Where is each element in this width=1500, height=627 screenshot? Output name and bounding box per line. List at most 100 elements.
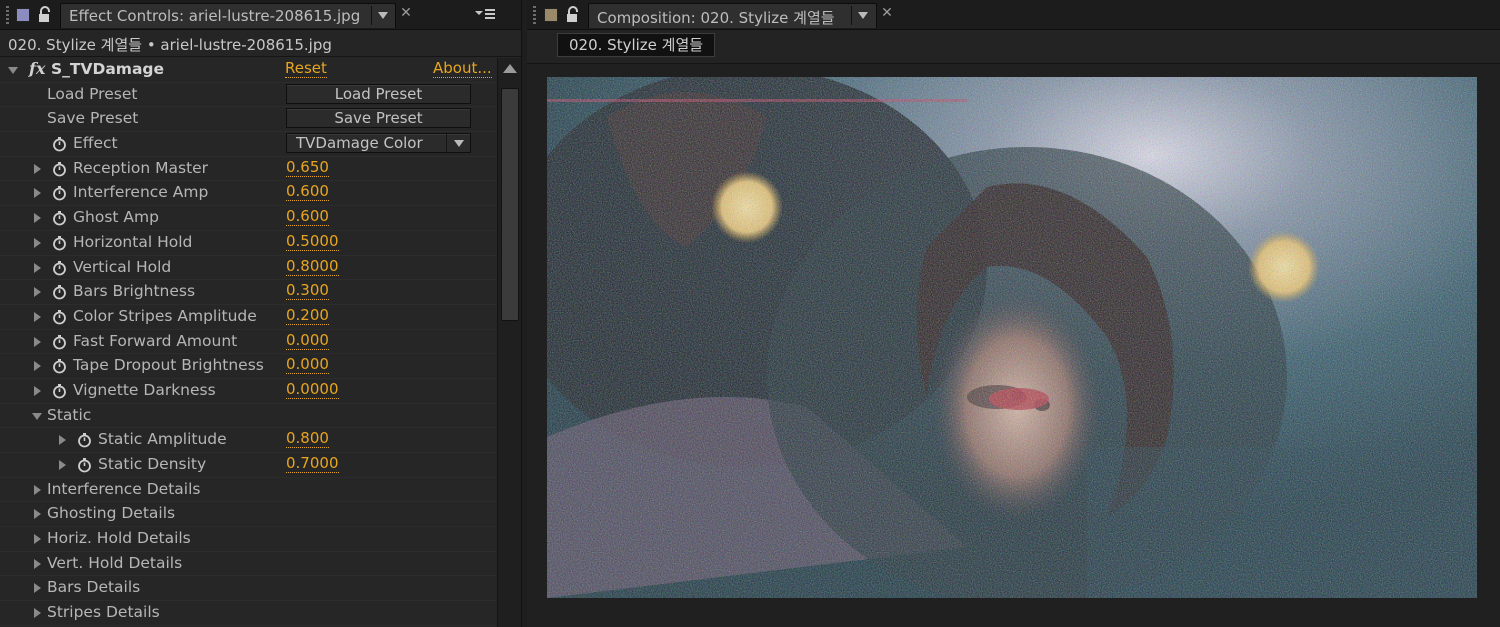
stopwatch-icon[interactable]: [77, 432, 92, 448]
detail-group-label: Interference Details: [47, 479, 201, 498]
dropdown-arrow[interactable]: [446, 134, 470, 153]
detail-group-row[interactable]: Vert. Hold Details: [0, 552, 497, 577]
composition-frame[interactable]: [547, 77, 1477, 598]
twirl-closed-icon[interactable]: [34, 509, 41, 520]
panel-grip-icon[interactable]: [6, 6, 9, 24]
reset-link[interactable]: Reset: [285, 60, 327, 78]
scroll-thumb[interactable]: [501, 88, 519, 321]
param-row[interactable]: Ghost Amp 0.600: [0, 206, 497, 231]
composition-chip[interactable]: 020. Stylize 계열들: [557, 33, 716, 57]
twirl-closed-icon[interactable]: [34, 336, 41, 347]
close-icon[interactable]: ✕: [399, 5, 413, 21]
tab-effect-controls[interactable]: Effect Controls: ariel-lustre-208615.jpg: [60, 3, 396, 28]
param-row[interactable]: Vignette Darkness 0.0000: [0, 379, 497, 404]
param-value[interactable]: 0.000: [286, 331, 329, 350]
param-value[interactable]: 0.800: [286, 430, 329, 449]
stopwatch-icon[interactable]: [52, 358, 67, 374]
chevron-down-icon: [378, 12, 388, 19]
param-row[interactable]: Vertical Hold 0.8000: [0, 256, 497, 281]
twirl-closed-icon[interactable]: [34, 213, 41, 224]
stopwatch-icon[interactable]: [52, 309, 67, 325]
twirl-closed-icon[interactable]: [34, 287, 41, 298]
stopwatch-icon[interactable]: [52, 383, 67, 399]
param-value[interactable]: 0.300: [286, 282, 329, 301]
param-row[interactable]: Horizontal Hold 0.5000: [0, 231, 497, 256]
param-value[interactable]: 0.200: [286, 306, 329, 325]
composition-navigator: 020. Stylize 계열들: [527, 30, 1500, 64]
param-value[interactable]: 0.000: [286, 356, 329, 375]
param-row[interactable]: Fast Forward Amount 0.000: [0, 330, 497, 355]
stopwatch-icon[interactable]: [52, 235, 67, 251]
close-icon[interactable]: ✕: [880, 5, 894, 21]
scroll-up-arrow-icon[interactable]: [503, 64, 517, 73]
panel-menu-icon[interactable]: [473, 5, 497, 23]
about-link[interactable]: About...: [433, 60, 492, 78]
twirl-closed-icon[interactable]: [34, 188, 41, 199]
twirl-closed-icon[interactable]: [34, 558, 41, 569]
stopwatch-icon[interactable]: [52, 161, 67, 177]
twirl-closed-icon[interactable]: [34, 237, 41, 248]
label-color-swatch: [544, 8, 558, 22]
detail-group-row[interactable]: Stripes Details: [0, 601, 497, 626]
tab-composition-label: Composition: 020. Stylize 계열들: [597, 9, 835, 27]
lock-icon[interactable]: [565, 6, 581, 24]
param-label: Vignette Darkness: [73, 380, 216, 399]
param-value[interactable]: 0.600: [286, 208, 329, 227]
detail-group-row[interactable]: Bars Details: [0, 576, 497, 602]
panel-grip-icon[interactable]: [533, 6, 536, 24]
stopwatch-icon[interactable]: [52, 334, 67, 350]
param-value[interactable]: 0.600: [286, 183, 329, 202]
effect-controls-scrollbar[interactable]: [497, 58, 521, 627]
twirl-closed-icon[interactable]: [34, 484, 41, 495]
param-row[interactable]: Color Stripes Amplitude 0.200: [0, 305, 497, 330]
load-preset-button[interactable]: Load Preset: [286, 83, 471, 104]
param-row[interactable]: Bars Brightness 0.300: [0, 280, 497, 305]
twirl-closed-icon[interactable]: [34, 262, 41, 273]
detail-group-row[interactable]: Horiz. Hold Details: [0, 527, 497, 552]
twirl-closed-icon[interactable]: [34, 583, 41, 594]
twirl-closed-icon[interactable]: [34, 361, 41, 372]
composition-viewer[interactable]: [527, 64, 1500, 627]
param-value[interactable]: 0.650: [286, 158, 329, 177]
tab-dropdown-button[interactable]: [371, 6, 393, 25]
param-row[interactable]: Reception Master 0.650: [0, 157, 497, 182]
static-group-row[interactable]: Static: [0, 404, 497, 429]
param-value[interactable]: 0.5000: [286, 232, 339, 251]
stopwatch-icon[interactable]: [77, 457, 92, 473]
source-line-text: 020. Stylize 계열들 • ariel-lustre-208615.j…: [8, 36, 332, 54]
effect-select-dropdown[interactable]: TVDamage Color: [286, 133, 471, 154]
twirl-closed-icon[interactable]: [34, 311, 41, 322]
save-preset-button[interactable]: Save Preset: [286, 108, 471, 129]
effect-header-row[interactable]: fx S_TVDamage Reset About...: [0, 58, 497, 83]
detail-group-row[interactable]: Ghosting Details: [0, 502, 497, 528]
stopwatch-icon[interactable]: [52, 210, 67, 226]
twirl-closed-icon[interactable]: [34, 163, 41, 174]
fx-icon[interactable]: fx: [29, 59, 45, 78]
tab-composition[interactable]: Composition: 020. Stylize 계열들: [588, 3, 877, 28]
chevron-down-icon: [454, 140, 464, 148]
twirl-closed-icon[interactable]: [34, 534, 41, 545]
stopwatch-icon[interactable]: [52, 185, 67, 201]
tab-effect-controls-label: Effect Controls: ariel-lustre-208615.jpg: [69, 7, 361, 25]
tab-dropdown-button[interactable]: [851, 6, 873, 25]
stopwatch-icon[interactable]: [52, 284, 67, 300]
composition-tab-strip: Composition: 020. Stylize 계열들 ✕: [527, 0, 1500, 30]
stopwatch-icon[interactable]: [52, 260, 67, 276]
lock-icon[interactable]: [37, 6, 53, 24]
param-value[interactable]: 0.7000: [286, 455, 339, 473]
param-row[interactable]: Static Amplitude 0.800: [0, 428, 497, 453]
twirl-closed-icon[interactable]: [34, 385, 41, 396]
twirl-closed-icon[interactable]: [34, 608, 41, 619]
param-row[interactable]: Interference Amp 0.600: [0, 181, 497, 207]
stopwatch-icon[interactable]: [52, 136, 67, 152]
param-value[interactable]: 0.0000: [286, 380, 339, 399]
detail-group-row[interactable]: Interference Details: [0, 478, 497, 503]
twirl-open-icon[interactable]: [8, 67, 18, 74]
param-row[interactable]: Static Density 0.7000: [0, 453, 497, 478]
twirl-closed-icon[interactable]: [59, 435, 66, 446]
param-row[interactable]: Tape Dropout Brightness 0.000: [0, 354, 497, 379]
param-value[interactable]: 0.8000: [286, 257, 339, 276]
twirl-closed-icon[interactable]: [59, 460, 66, 470]
twirl-open-icon[interactable]: [32, 412, 42, 420]
effect-select-label: Effect: [73, 134, 118, 153]
